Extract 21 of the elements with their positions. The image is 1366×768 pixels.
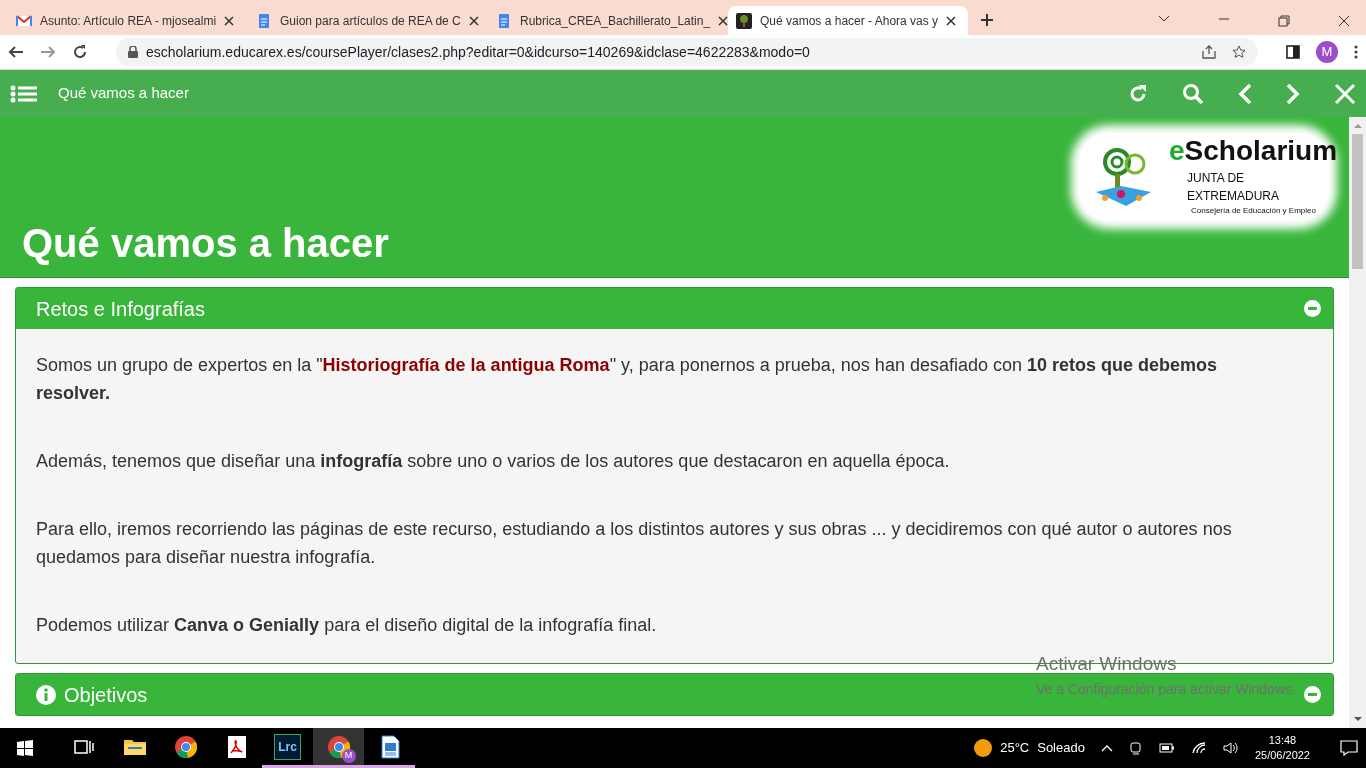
logo-caption: Consejería de Educación y Empleo [1191,205,1317,217]
address-bar[interactable]: escholarium.educarex.es/coursePlayer/clases2.php?editar=0&idcurso=140269&idclase=4622283&modo=0 [116,38,1258,66]
paragraph: Para ello, iremos recorriendo las páginas de este recurso, estudiando a los distintos autores y sus obras ... y decidiremos con qué autor o autores nos quedamos para diseñar nuestra infografía. [36,518,1233,569]
profile-avatar[interactable]: M [1316,41,1338,63]
clock-time[interactable]: 13:48 [1268,733,1297,748]
paragraph: Somos un grupo de expertos en la "Historiografía de la antigua Roma" y, para ponernos a prueba, nos han desafiado con 10 retos que debemos resolver. [36,354,1219,405]
page-heading: Qué vamos a hacer [22,223,390,263]
taskbar-app[interactable]: M [313,728,364,768]
logo-subtitle: JUNTA DE EXTREMADURA [1187,170,1280,205]
browser-tab[interactable]: Qué vamos a hacer - Ahora vas y [728,6,968,35]
clock-date[interactable]: 25/06/2022 [1254,748,1310,763]
browser-tab[interactable]: Asunto: Artículo REA - mjosealmi [8,6,248,35]
activation-watermark-text: Ve a Configuración para activar Windows. [1036,679,1296,699]
paragraph: Podemos utilizar Canva o Genially para el diseño digital de la infografía final. [36,614,658,637]
browser-tab[interactable]: Rubrica_CREA_Bachillerato_Latin_ [488,6,728,35]
logo-wordmark: eScholarium [1169,137,1338,165]
weather-text: Soleado [1037,739,1085,758]
temperature: 25°C [1000,739,1030,758]
paragraph: Además, tenemos que diseñar una infografía sobre uno o varios de los autores que destacaron en aquella época. [36,450,951,473]
browser-tab[interactable]: Guion para artículos de REA de C [248,6,488,35]
page-title: Qué vamos a hacer [58,83,189,104]
